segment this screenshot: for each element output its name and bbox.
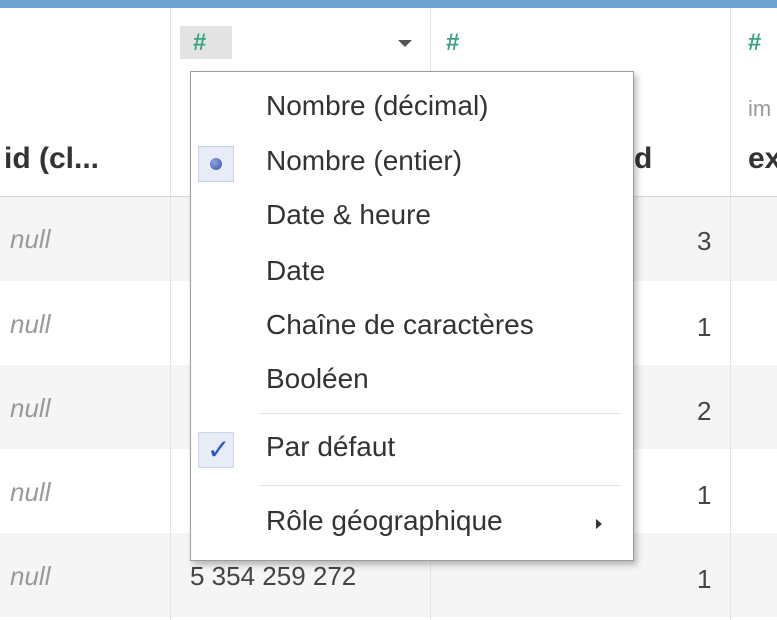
dropdown-caret-icon[interactable]: [398, 40, 412, 47]
radio-mark: [198, 146, 234, 182]
table-cell: 5 354 259 272: [190, 561, 357, 591]
menu-item-number-decimal[interactable]: Nombre (décimal): [191, 86, 633, 132]
table-top-accent-bar: [0, 0, 777, 8]
check-mark: ✓: [198, 432, 234, 468]
data-type-menu: Nombre (décimal) Nombre (entier) Date & …: [190, 71, 634, 561]
table-cell: 3: [697, 226, 712, 256]
menu-separator: [259, 485, 621, 486]
radio-dot-icon: [210, 158, 222, 170]
column-header-id[interactable]: id (cl...: [4, 142, 99, 176]
column-divider: [730, 8, 731, 620]
menu-separator: [259, 413, 621, 414]
menu-item-number-integer[interactable]: Nombre (entier): [191, 141, 633, 187]
table-cell: 1: [697, 480, 712, 510]
menu-item-date[interactable]: Date: [191, 251, 633, 297]
menu-item-label: Nombre (décimal): [266, 90, 489, 121]
column-header-d[interactable]: d: [634, 142, 652, 176]
table-cell: null: [10, 561, 51, 591]
menu-item-label: Rôle géographique: [266, 505, 503, 536]
menu-item-string[interactable]: Chaîne de caractères: [191, 305, 633, 351]
menu-item-label: Date: [266, 255, 326, 286]
number-type-icon[interactable]: #: [446, 29, 459, 57]
menu-item-geographic-role[interactable]: Rôle géographique: [191, 501, 633, 547]
table-cell: 1: [697, 564, 712, 594]
submenu-arrow-icon: [596, 519, 602, 529]
table-cell: null: [10, 393, 51, 423]
menu-item-label: Par défaut: [266, 431, 396, 462]
menu-item-label: Booléen: [266, 363, 369, 394]
number-type-icon: #: [193, 29, 207, 56]
number-type-icon[interactable]: #: [748, 29, 761, 57]
table-cell: null: [10, 309, 51, 339]
menu-item-label: Nombre (entier): [266, 145, 463, 176]
table-cell: 2: [697, 396, 712, 426]
menu-item-default[interactable]: ✓ Par défaut: [191, 427, 633, 473]
menu-item-date-time[interactable]: Date & heure: [191, 195, 633, 241]
table-cell: 1: [697, 312, 712, 342]
menu-item-label: Date & heure: [266, 199, 431, 230]
menu-item-boolean[interactable]: Booléen: [191, 359, 633, 405]
table-cell: null: [10, 477, 51, 507]
checkmark-icon: ✓: [207, 434, 231, 465]
column-subheader: im: [748, 96, 772, 121]
column-divider: [170, 8, 171, 620]
table-cell: null: [10, 224, 51, 254]
menu-item-label: Chaîne de caractères: [266, 309, 534, 340]
column-header-ex[interactable]: ex: [748, 142, 777, 176]
